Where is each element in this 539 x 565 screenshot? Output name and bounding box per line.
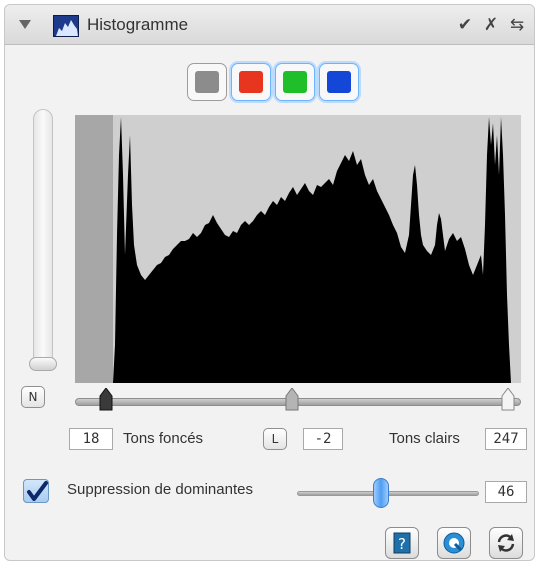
dominant-value[interactable]: 46 xyxy=(485,481,527,503)
panel-header: Histogramme ✔ ✗ ⇆ xyxy=(5,5,534,45)
channel-green-button[interactable] xyxy=(275,63,315,101)
panel-title: Histogramme xyxy=(87,15,189,34)
channel-red-button[interactable] xyxy=(231,63,271,101)
channel-luminance-button[interactable] xyxy=(187,63,227,101)
triangle-down-icon[interactable] xyxy=(19,20,31,29)
picker-button[interactable] xyxy=(437,527,471,559)
l-button[interactable]: L xyxy=(263,428,287,450)
dark-tones-handle[interactable] xyxy=(99,388,113,412)
dominant-checkbox[interactable] xyxy=(23,479,49,503)
checkmark-icon[interactable]: ✔ xyxy=(453,14,477,36)
gamma-value[interactable]: -2 xyxy=(303,428,343,450)
vertical-scale-knob[interactable] xyxy=(29,357,57,371)
histogram-graph xyxy=(75,115,521,383)
light-tones-label: Tons clairs xyxy=(389,430,460,447)
reset-arrows-icon xyxy=(497,534,515,552)
reset-button[interactable] xyxy=(489,527,523,559)
histogram-panel: Histogramme ✔ ✗ ⇆ N 18 Tons foncés L -2 xyxy=(4,4,535,561)
blue-swatch xyxy=(327,71,351,93)
luminance-swatch xyxy=(195,71,219,93)
n-button[interactable]: N xyxy=(21,386,45,408)
dark-tones-value[interactable]: 18 xyxy=(69,428,113,450)
svg-text:?: ? xyxy=(398,535,406,553)
histogram-icon xyxy=(53,15,79,37)
light-tones-handle[interactable] xyxy=(501,388,515,412)
close-x-icon[interactable]: ✗ xyxy=(479,14,503,36)
panel-options-icon[interactable]: ⇆ xyxy=(505,14,529,36)
dark-tones-label: Tons foncés xyxy=(123,430,204,447)
channel-blue-button[interactable] xyxy=(319,63,359,101)
red-swatch xyxy=(239,71,263,93)
dominant-label: Suppression de dominantes xyxy=(67,481,253,498)
help-icon: ? xyxy=(393,532,411,554)
eyedropper-circle-icon xyxy=(443,532,465,554)
green-swatch xyxy=(283,71,307,93)
gamma-handle[interactable] xyxy=(285,388,299,412)
dominant-slider-knob[interactable] xyxy=(373,478,389,508)
help-button[interactable]: ? xyxy=(385,527,419,559)
vertical-scale-slider[interactable] xyxy=(33,109,53,371)
light-tones-value[interactable]: 247 xyxy=(485,428,527,450)
checkmark-icon xyxy=(27,481,48,501)
